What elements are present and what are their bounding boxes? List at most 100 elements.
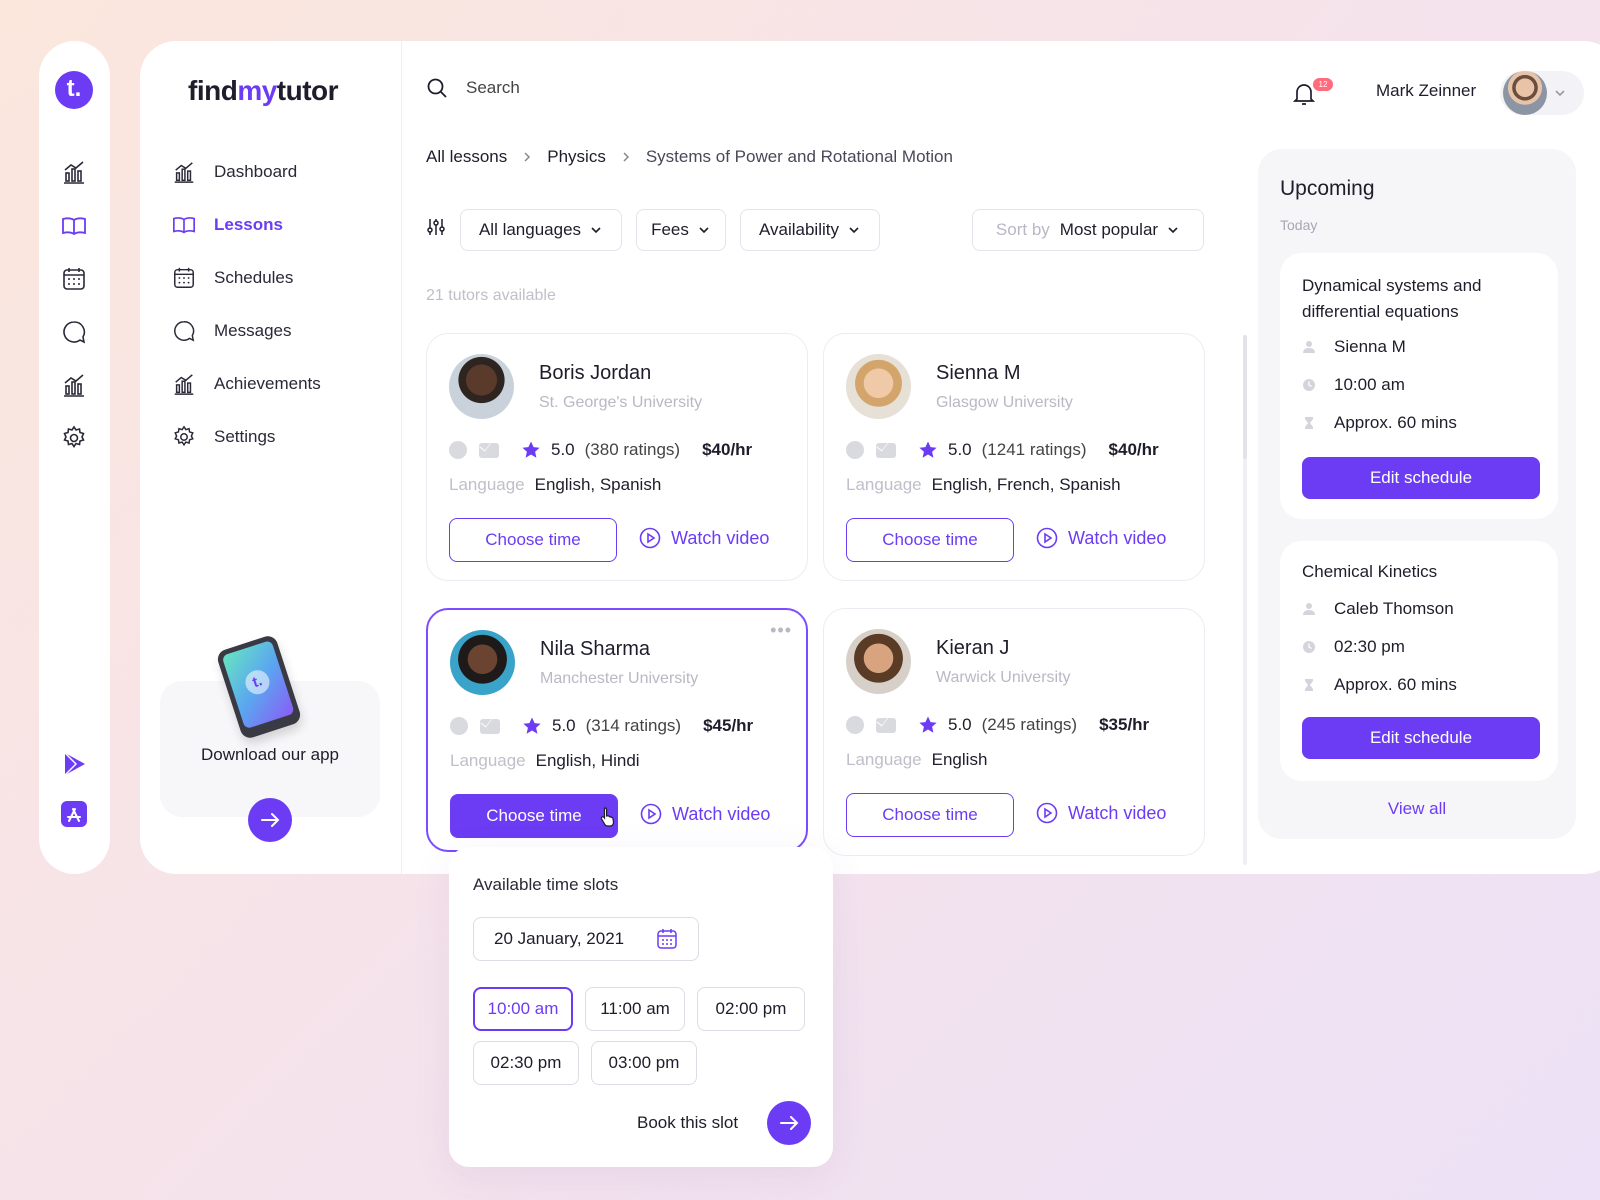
- sidebar-item-settings[interactable]: Settings: [172, 422, 275, 452]
- tutor-card-boris-jordan[interactable]: Boris Jordan St. George's University 5.0…: [426, 333, 808, 581]
- chart-icon[interactable]: [61, 159, 87, 185]
- tutor-stats: 5.0 (314 ratings) $45/hr: [450, 716, 753, 736]
- upcoming-lesson-card[interactable]: Dynamical systems and differential equat…: [1280, 253, 1558, 519]
- language-value: English: [931, 750, 988, 769]
- time-slot-1000am[interactable]: 10:00 am: [473, 987, 573, 1031]
- mail-icon[interactable]: [876, 717, 896, 733]
- lesson-time-value: 10:00 am: [1334, 375, 1405, 394]
- watch-video-label: Watch video: [672, 803, 771, 824]
- sidebar-item-messages[interactable]: Messages: [172, 316, 291, 346]
- search-input[interactable]: Search: [466, 78, 520, 98]
- chat-icon[interactable]: [846, 441, 864, 459]
- tutor-card-kieran-j[interactable]: Kieran J Warwick University 5.0 (245 rat…: [823, 608, 1205, 856]
- time-slot-0300pm[interactable]: 03:00 pm: [591, 1041, 697, 1085]
- book-icon[interactable]: [61, 213, 87, 239]
- time-slot-1100am[interactable]: 11:00 am: [585, 987, 685, 1031]
- play-store-icon[interactable]: [61, 751, 87, 777]
- tutor-card-sienna-m[interactable]: Sienna M Glasgow University 5.0 (1241 ra…: [823, 333, 1205, 581]
- logo-icon[interactable]: t.: [55, 71, 93, 109]
- search-bar[interactable]: Search: [426, 77, 520, 99]
- tutors-count: 21 tutors available: [426, 287, 556, 304]
- lesson-tutor: Sienna M: [1302, 337, 1406, 357]
- mail-icon[interactable]: [479, 442, 499, 458]
- mail-icon[interactable]: [876, 442, 896, 458]
- message-icon[interactable]: [61, 319, 87, 345]
- book-icon: [173, 217, 195, 234]
- watch-video-link[interactable]: Watch video: [1036, 802, 1166, 824]
- sidebar-item-achievements[interactable]: Achievements: [172, 369, 321, 399]
- language-label: Language: [449, 475, 525, 494]
- brand-logo[interactable]: findmytutor: [188, 75, 339, 107]
- time-slot-0200pm[interactable]: 02:00 pm: [697, 987, 805, 1031]
- choose-time-button[interactable]: Choose time: [450, 794, 618, 838]
- choose-time-button[interactable]: Choose time: [846, 518, 1014, 562]
- rating-count: (380 ratings): [584, 440, 681, 459]
- tutor-university: St. George's University: [539, 394, 703, 411]
- tutor-stats: 5.0 (245 ratings) $35/hr: [846, 715, 1149, 735]
- book-slot-button[interactable]: [767, 1101, 811, 1145]
- brand-accent: my: [237, 75, 277, 106]
- calendar-icon[interactable]: [61, 266, 87, 292]
- calendar-icon[interactable]: [656, 928, 678, 950]
- sidebar-item-schedules[interactable]: Schedules: [172, 263, 293, 293]
- language-filter[interactable]: All languages: [460, 209, 622, 251]
- breadcrumb-all-lessons[interactable]: All lessons: [426, 147, 507, 167]
- breadcrumb-physics[interactable]: Physics: [547, 147, 606, 167]
- scrollbar-thumb[interactable]: [1243, 335, 1247, 459]
- time-slot-0230pm[interactable]: 02:30 pm: [473, 1041, 579, 1085]
- rating-count: (1241 ratings): [981, 440, 1087, 459]
- sort-dropdown[interactable]: Sort by Most popular: [972, 209, 1204, 251]
- app-store-icon[interactable]: [61, 801, 87, 827]
- rating-value: 5.0: [551, 440, 575, 459]
- chat-icon[interactable]: [449, 441, 467, 459]
- upcoming-title: Upcoming: [1280, 177, 1375, 200]
- availability-filter[interactable]: Availability: [740, 209, 880, 251]
- upcoming-lesson-card[interactable]: Chemical Kinetics Caleb Thomson 02:30 pm…: [1280, 541, 1558, 781]
- clock-icon: [1303, 379, 1315, 391]
- download-app-button[interactable]: [248, 798, 292, 842]
- lesson-duration: Approx. 60 mins: [1302, 413, 1457, 433]
- edit-schedule-button[interactable]: Edit schedule: [1302, 717, 1540, 759]
- achievement-icon[interactable]: [61, 372, 87, 398]
- chart-icon: [174, 162, 194, 183]
- watch-video-link[interactable]: Watch video: [639, 527, 769, 549]
- sidebar-item-lessons[interactable]: Lessons: [172, 210, 283, 240]
- breadcrumb-current: Systems of Power and Rotational Motion: [645, 147, 953, 166]
- date-picker-field[interactable]: 20 January, 2021: [473, 917, 699, 961]
- chevron-down-icon[interactable]: [1552, 85, 1568, 101]
- watch-video-link[interactable]: Watch video: [640, 803, 770, 825]
- sidebar-item-label: Schedules: [214, 268, 294, 287]
- mail-icon[interactable]: [480, 718, 500, 734]
- view-all-link[interactable]: View all: [1258, 799, 1576, 819]
- more-options-icon[interactable]: •••: [770, 620, 792, 641]
- fees-filter[interactable]: Fees: [636, 209, 726, 251]
- tutor-name: Boris Jordan: [539, 362, 652, 384]
- chat-icon[interactable]: [450, 717, 468, 735]
- lesson-tutor-name: Sienna M: [1334, 337, 1406, 356]
- edit-schedule-button[interactable]: Edit schedule: [1302, 457, 1540, 499]
- star-icon: [523, 717, 541, 734]
- tutor-card-nila-sharma[interactable]: ••• Nila Sharma Manchester University 5.…: [426, 608, 808, 852]
- achievement-icon: [174, 374, 194, 395]
- message-icon: [174, 321, 195, 342]
- book-slot-label[interactable]: Book this slot: [637, 1113, 738, 1133]
- gear-icon[interactable]: [61, 425, 87, 451]
- rating-value: 5.0: [552, 716, 576, 735]
- chevron-down-icon: [699, 227, 709, 234]
- time-slot-popover: Available time slots 20 January, 2021 10…: [449, 847, 833, 1167]
- rating-value: 5.0: [948, 440, 972, 459]
- tutor-list-scrollbar[interactable]: [1243, 335, 1247, 865]
- choose-time-button[interactable]: Choose time: [846, 793, 1014, 837]
- avatar[interactable]: [1503, 71, 1547, 115]
- hourglass-icon: [1305, 679, 1313, 691]
- tutor-languages: Language English, French, Spanish: [846, 475, 1121, 495]
- arrow-right-icon: [780, 1116, 799, 1130]
- watch-video-link[interactable]: Watch video: [1036, 527, 1166, 549]
- chat-icon[interactable]: [846, 716, 864, 734]
- choose-time-button[interactable]: Choose time: [449, 518, 617, 562]
- chevron-down-icon: [591, 227, 601, 234]
- sidebar-item-dashboard[interactable]: Dashboard: [172, 157, 297, 187]
- user-name[interactable]: Mark Zeinner: [1376, 81, 1476, 101]
- gear-icon: [174, 425, 194, 447]
- filter-sliders-icon[interactable]: [426, 217, 446, 237]
